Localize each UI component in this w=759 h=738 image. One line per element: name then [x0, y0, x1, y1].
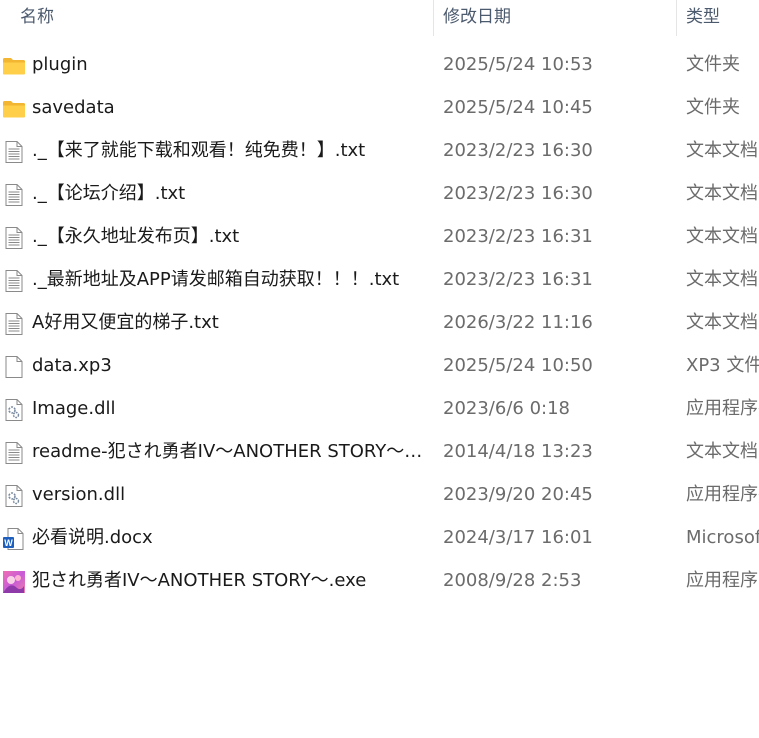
file-type: 应用程序扩展 — [686, 398, 759, 419]
file-name: 犯され勇者IV～ANOTHER STORY～.exe — [32, 570, 367, 591]
file-modified-date: 2024/3/17 16:01 — [443, 527, 593, 548]
file-row[interactable]: ._最新地址及APP请发邮箱自动获取！！！.txt 2023/2/23 16:31… — [0, 258, 759, 301]
folder-icon — [2, 97, 26, 121]
file-row[interactable]: plugin 2025/5/24 10:53 文件夹 — [0, 43, 759, 86]
file-name: ._最新地址及APP请发邮箱自动获取！！！.txt — [32, 269, 400, 290]
text-file-icon — [2, 226, 26, 250]
file-type: 文本文档 — [686, 183, 758, 204]
file-modified-date: 2025/5/24 10:45 — [443, 97, 593, 118]
column-header-date[interactable]: 修改日期 — [443, 0, 673, 36]
file-modified-date: 2026/3/22 11:16 — [443, 312, 593, 333]
column-divider[interactable] — [676, 0, 677, 36]
file-type: XP3 文件 — [686, 355, 759, 376]
app-exe-icon — [2, 570, 26, 594]
text-file-icon — [2, 269, 26, 293]
blank-file-icon — [2, 355, 26, 379]
file-row[interactable]: A好用又便宜的梯子.txt 2026/3/22 11:16 文本文档 — [0, 301, 759, 344]
file-name: savedata — [32, 97, 115, 118]
svg-text:W: W — [4, 538, 13, 548]
file-row[interactable]: ._【来了就能下载和观看！纯免费！】.txt 2023/2/23 16:30 文本文… — [0, 129, 759, 172]
file-name: data.xp3 — [32, 355, 112, 376]
file-row[interactable]: ._【永久地址发布页】.txt 2023/2/23 16:31 文本文档 — [0, 215, 759, 258]
file-modified-date: 2023/2/23 16:30 — [443, 183, 593, 204]
file-name: plugin — [32, 54, 88, 75]
sort-chevron-up-icon: ⌃ — [218, 0, 226, 4]
word-doc-icon: W — [2, 527, 26, 551]
file-row[interactable]: version.dll 2023/9/20 20:45 应用程序扩展 — [0, 473, 759, 516]
file-type: 文本文档 — [686, 269, 758, 290]
file-row[interactable]: W 必看说明.docx 2024/3/17 16:01 Microsoft Word — [0, 516, 759, 559]
file-row[interactable]: readme-犯され勇者IV～ANOTHER STORY～-... 2014/4/… — [0, 430, 759, 473]
file-type: 文件夹 — [686, 54, 740, 75]
file-list: plugin 2025/5/24 10:53 文件夹 savedata 2025/5/2… — [0, 43, 759, 602]
file-type: 文本文档 — [686, 226, 758, 247]
file-type: 文本文档 — [686, 140, 758, 161]
file-type: Microsoft Word — [686, 527, 759, 548]
column-header-type[interactable]: 类型 — [686, 0, 759, 36]
file-modified-date: 2008/9/28 2:53 — [443, 570, 582, 591]
dll-file-icon — [2, 398, 26, 422]
file-modified-date: 2023/9/20 20:45 — [443, 484, 593, 505]
file-type: 文件夹 — [686, 97, 740, 118]
text-file-icon — [2, 441, 26, 465]
text-file-icon — [2, 183, 26, 207]
file-row[interactable]: 犯され勇者IV～ANOTHER STORY～.exe 2008/9/28 2:53… — [0, 559, 759, 602]
file-modified-date: 2023/2/23 16:31 — [443, 226, 593, 247]
file-name: Image.dll — [32, 398, 116, 419]
file-modified-date: 2025/5/24 10:50 — [443, 355, 593, 376]
file-modified-date: 2023/2/23 16:30 — [443, 140, 593, 161]
file-type: 应用程序 — [686, 570, 758, 591]
file-type: 文本文档 — [686, 312, 758, 333]
file-name: A好用又便宜的梯子.txt — [32, 312, 219, 333]
file-row[interactable]: Image.dll 2023/6/6 0:18 应用程序扩展 — [0, 387, 759, 430]
file-modified-date: 2023/6/6 0:18 — [443, 398, 570, 419]
file-row[interactable]: data.xp3 2025/5/24 10:50 XP3 文件 — [0, 344, 759, 387]
file-name: ._【来了就能下载和观看！纯免费！】.txt — [32, 140, 366, 161]
file-name: 必看说明.docx — [32, 527, 153, 548]
file-name: ._【永久地址发布页】.txt — [32, 226, 240, 247]
column-header-name[interactable]: 名称 — [20, 0, 430, 36]
column-header-bar: 名称 ⌃ 修改日期 类型 — [0, 0, 759, 36]
file-row[interactable]: ._【论坛介绍】.txt 2023/2/23 16:30 文本文档 — [0, 172, 759, 215]
file-name: readme-犯され勇者IV～ANOTHER STORY～-... — [32, 441, 424, 462]
file-name: version.dll — [32, 484, 126, 505]
file-modified-date: 2014/4/18 13:23 — [443, 441, 593, 462]
file-row[interactable]: savedata 2025/5/24 10:45 文件夹 — [0, 86, 759, 129]
file-name: ._【论坛介绍】.txt — [32, 183, 186, 204]
text-file-icon — [2, 312, 26, 336]
file-type: 应用程序扩展 — [686, 484, 759, 505]
text-file-icon — [2, 140, 26, 164]
folder-icon — [2, 54, 26, 78]
column-divider[interactable] — [433, 0, 434, 36]
file-modified-date: 2025/5/24 10:53 — [443, 54, 593, 75]
dll-file-icon — [2, 484, 26, 508]
file-type: 文本文档 — [686, 441, 758, 462]
file-modified-date: 2023/2/23 16:31 — [443, 269, 593, 290]
